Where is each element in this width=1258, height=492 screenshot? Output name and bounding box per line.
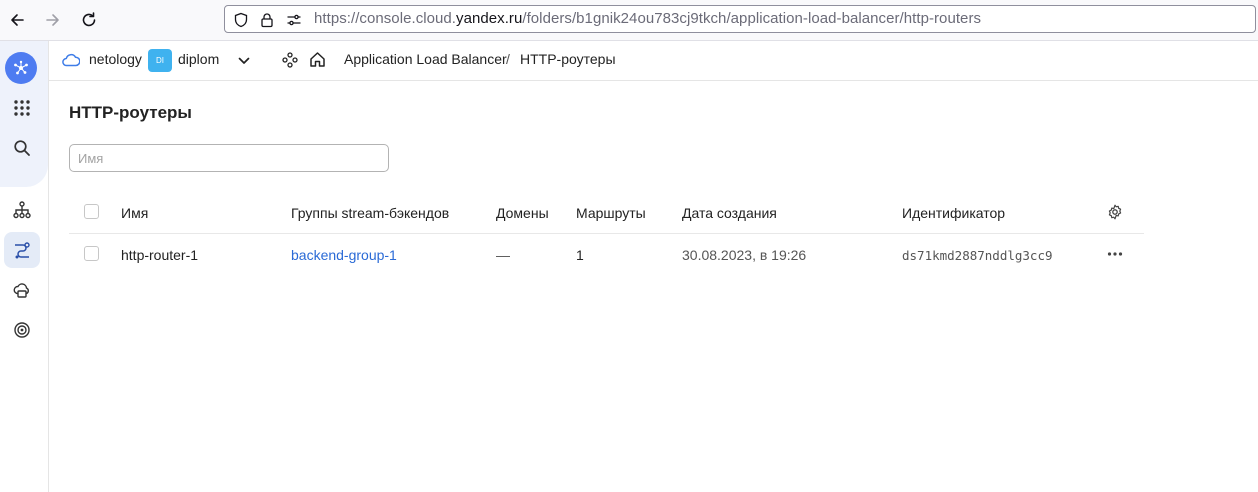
- search-icon: [14, 140, 30, 156]
- target-icon: [14, 322, 30, 338]
- column-header-domains[interactable]: Домены: [496, 205, 549, 221]
- folder-badge: DI: [148, 49, 172, 72]
- load-balancers-nav[interactable]: [4, 192, 40, 228]
- cloud-logo-icon: [14, 60, 28, 75]
- routes-icon: [15, 242, 30, 259]
- column-header-id[interactable]: Идентификатор: [902, 205, 1005, 221]
- router-id: ds71kmd2887nddlg3cc9: [902, 248, 1053, 263]
- router-domains: —: [496, 247, 510, 263]
- all-services-button[interactable]: [4, 90, 40, 126]
- shield-icon[interactable]: [232, 11, 250, 29]
- row-checkbox[interactable]: [84, 246, 99, 261]
- table-header-row: Имя Группы stream-бэкендов Домены Маршру…: [69, 192, 1144, 234]
- routers-table: Имя Группы stream-бэкендов Домены Маршру…: [69, 192, 1144, 275]
- target-groups-nav[interactable]: [4, 312, 40, 348]
- cloud-box-icon: [13, 283, 29, 298]
- permissions-icon[interactable]: [285, 11, 303, 29]
- column-header-backend-groups[interactable]: Группы stream-бэкендов: [291, 205, 449, 221]
- network-tree-icon: [13, 201, 31, 219]
- search-button[interactable]: [4, 130, 40, 166]
- forward-button[interactable]: [39, 6, 67, 34]
- breadcrumb-separator: /: [506, 51, 510, 67]
- main-content: HTTP-роутеры Имя Группы stream-бэкендов …: [49, 81, 1258, 492]
- router-routes-count: 1: [576, 247, 584, 263]
- url-domain: yandex.ru: [456, 10, 523, 27]
- column-header-name[interactable]: Имя: [121, 205, 148, 221]
- router-created-date: 30.08.2023, в 19:26: [682, 247, 807, 263]
- name-filter-input[interactable]: [69, 144, 389, 172]
- browser-toolbar: https://console.cloud.yandex.ru/folders/…: [0, 0, 1258, 41]
- url-text[interactable]: https://console.cloud.yandex.ru/folders/…: [314, 10, 981, 27]
- http-routers-nav[interactable]: [4, 232, 40, 268]
- left-nav-rail: [0, 41, 49, 492]
- address-bar[interactable]: https://console.cloud.yandex.ru/folders/…: [224, 5, 1256, 33]
- select-all-checkbox[interactable]: [84, 204, 99, 219]
- breadcrumb-current: HTTP-роутеры: [520, 51, 616, 67]
- url-prefix: https://console.cloud.: [314, 10, 457, 27]
- backend-groups-nav[interactable]: [4, 272, 40, 308]
- url-path: /folders/b1gnik24ou783cj9tkch/applicatio…: [522, 10, 982, 27]
- lock-icon[interactable]: [258, 11, 276, 29]
- top-header: netology DI diplom Application Load Bala…: [49, 41, 1258, 81]
- cloud-icon: [62, 53, 80, 67]
- router-name[interactable]: http-router-1: [121, 247, 198, 263]
- grid-dots-icon: [14, 100, 30, 116]
- column-header-created[interactable]: Дата создания: [682, 205, 777, 221]
- more-actions-icon[interactable]: [1107, 251, 1123, 257]
- column-header-routes[interactable]: Маршруты: [576, 205, 646, 221]
- cloud-name[interactable]: netology: [89, 51, 142, 67]
- chevron-down-icon[interactable]: [238, 55, 250, 67]
- reload-button[interactable]: [75, 6, 103, 34]
- breadcrumb-service[interactable]: Application Load Balancer: [344, 51, 507, 67]
- table-row[interactable]: http-router-1 backend-group-1 — 1 30.08.…: [69, 234, 1144, 275]
- back-button[interactable]: [3, 6, 31, 34]
- folder-name[interactable]: diplom: [178, 51, 219, 67]
- home-icon[interactable]: [309, 51, 326, 68]
- backend-group-link[interactable]: backend-group-1: [291, 247, 397, 263]
- reload-icon: [82, 12, 96, 27]
- services-icon[interactable]: [282, 52, 298, 68]
- arrow-left-icon: [11, 14, 24, 26]
- arrow-right-icon: [46, 14, 59, 26]
- yandex-cloud-logo-button[interactable]: [5, 52, 37, 84]
- page-title: HTTP-роутеры: [69, 103, 192, 122]
- gear-icon[interactable]: [1107, 204, 1123, 220]
